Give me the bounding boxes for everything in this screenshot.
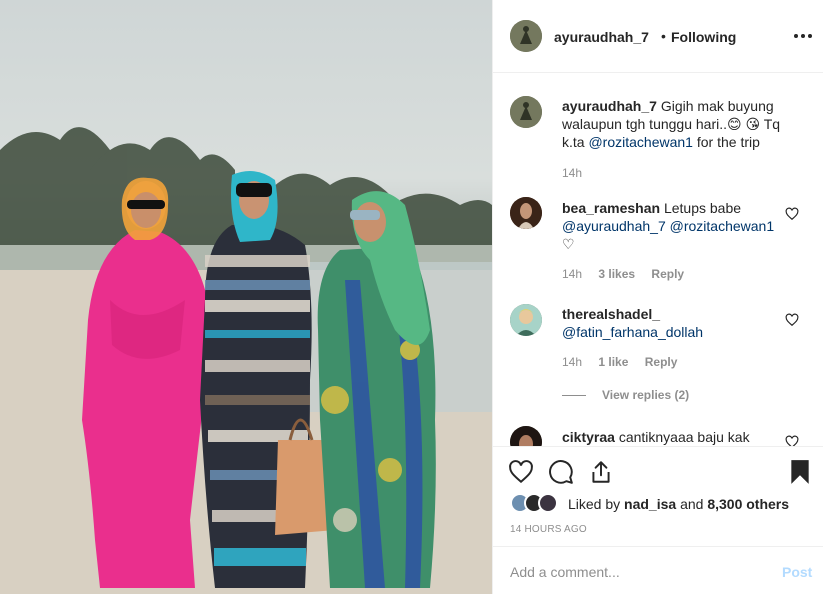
comment-meta: 14h 1 like Reply [562,355,690,369]
post-header: ayuraudhah_7 • Following [493,0,823,73]
comment-likes[interactable]: 3 likes [598,267,635,281]
caption-avatar[interactable] [510,96,542,128]
liker-avatar [538,493,558,513]
caption-body-3: for the trip [696,134,760,150]
view-replies-button[interactable]: View replies (2) [562,388,689,402]
liked-by-user[interactable]: nad_isa [624,496,676,512]
comment-text: bea_rameshan Letups babe @ayuraudhah_7 @… [562,199,787,254]
comment-text: therealshadel_ @fatin_farhana_dollah [562,305,787,341]
comment-like-heart-icon[interactable] [785,435,799,446]
comment-mention[interactable]: @fatin_farhana_dollah [562,324,703,340]
author-username[interactable]: ayuraudhah_7 [554,29,649,45]
header-separator: • [661,28,666,44]
comment-reply-button[interactable]: Reply [645,355,678,369]
caption-meta: 14h [562,166,595,180]
post-timestamp[interactable]: 14 HOURS AGO [510,524,587,535]
liked-by-conjunction: and [680,496,704,512]
comment-username[interactable]: therealshadel_ [562,306,660,322]
comment-mention[interactable]: @ayuraudhah_7 [562,218,666,234]
comment-likes[interactable]: 1 like [598,355,628,369]
caption-time[interactable]: 14h [562,166,582,180]
share-icon[interactable] [588,459,614,485]
author-avatar[interactable] [510,20,542,52]
bookmark-icon[interactable] [789,459,811,485]
comment-avatar[interactable] [510,304,542,336]
comment-avatar[interactable] [510,197,542,229]
comment-body: Letups babe [663,200,742,216]
caption-text: ayuraudhah_7 Gigih mak buyung walaupun t… [562,97,787,151]
comment-username[interactable]: ciktyraa [562,429,615,445]
comment-body: cantiknyaaa baju kak [618,429,750,445]
comment-emoji: ♡ [562,237,575,253]
comment-reply-button[interactable]: Reply [651,267,684,281]
post-photo[interactable] [0,0,492,594]
view-replies-divider [562,395,586,397]
comment-mention[interactable]: @rozitachewan1 [670,218,775,234]
comment-like-heart-icon[interactable] [785,313,799,327]
add-comment-bar: Post [493,546,823,594]
comment-text: ciktyraa cantiknyaaa baju kak [562,428,787,446]
caption-username[interactable]: ayuraudhah_7 [562,98,657,114]
caption-emoji: 😊 😘 [727,116,761,132]
heart-icon[interactable] [508,459,534,485]
following-button[interactable]: Following [671,29,736,45]
comments-list[interactable]: ayuraudhah_7 Gigih mak buyung walaupun t… [493,74,823,446]
post-photo-illustration [0,127,492,594]
comment-time[interactable]: 14h [562,355,582,369]
comment-avatar[interactable] [510,426,542,446]
more-options-icon[interactable] [793,28,813,44]
view-replies-label: View replies (2) [602,388,690,402]
liked-by: Liked by nad_isa and 8,300 others [510,493,820,515]
post-side-panel: ayuraudhah_7 • Following ayuraudhah_7 Gi… [492,0,823,594]
comment-like-heart-icon[interactable] [785,207,799,221]
liked-by-text: Liked by nad_isa and 8,300 others [568,496,789,512]
comment-time[interactable]: 14h [562,267,582,281]
caption-mention[interactable]: @rozitachewan1 [588,134,693,150]
post-comment-button[interactable]: Post [782,564,812,580]
liked-by-others[interactable]: 8,300 others [707,496,789,512]
comment-input[interactable] [510,562,760,582]
comment-icon[interactable] [548,459,574,485]
liked-by-prefix: Liked by [568,496,621,512]
comment-meta: 14h 3 likes Reply [562,267,697,281]
comment-username[interactable]: bea_rameshan [562,200,660,216]
